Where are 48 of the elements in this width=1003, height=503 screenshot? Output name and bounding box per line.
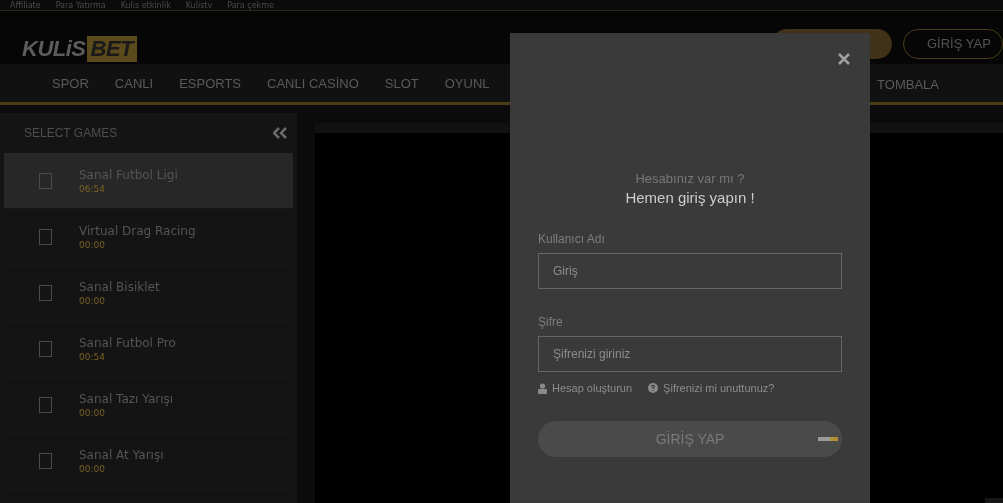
account-link[interactable]: Şifrenizi mi unuttunuz? — [663, 382, 775, 394]
password-field[interactable]: Şifrenizi giriniz — [538, 336, 842, 372]
top-link[interactable]: Kulis etkinlik — [120, 1, 171, 10]
checkbox[interactable] — [39, 396, 52, 413]
nav-item[interactable]: SLOT — [384, 75, 419, 91]
field-label: Kullanıcı Adı — [538, 232, 606, 246]
top-link[interactable]: Kulistv — [185, 1, 213, 10]
game-time: 00:00 — [79, 407, 106, 418]
game-name: Sanal Futbol Pro — [79, 335, 176, 350]
nav-item[interactable]: OYUNL — [444, 75, 490, 91]
checkbox[interactable] — [39, 340, 52, 357]
game-row[interactable]: Sanal Bisiklet 00:00 — [4, 265, 293, 321]
game-row[interactable]: Virtual Drag Racing 00:00 — [4, 209, 293, 265]
game-time: 00:00 — [79, 463, 106, 474]
checkbox[interactable] — [39, 228, 52, 245]
logo[interactable]: KULiS BET — [22, 35, 137, 62]
game-time: 00:54 — [79, 351, 106, 362]
checkbox[interactable] — [39, 284, 52, 301]
game-time: 06:54 — [79, 183, 106, 194]
modal-subtitle: Hesabınız var mı ? — [634, 171, 746, 186]
game-row[interactable]: Sanal Futbol Pro 00:54 — [4, 321, 293, 377]
username-field[interactable]: Giriş — [538, 253, 842, 289]
top-link[interactable]: Affiliate — [10, 1, 41, 10]
game-row[interactable]: Sanal At Yarışı 00:00 — [4, 433, 293, 489]
nav-item[interactable]: SPOR — [52, 75, 89, 91]
game-name: Sanal Tazı Yarışı — [79, 391, 174, 406]
user-icon — [538, 382, 547, 394]
game-row[interactable]: Sanal Tazı Yarışı 00:00 — [4, 377, 293, 433]
modal-title: Hemen giriş yapın ! — [624, 189, 756, 206]
checkbox[interactable] — [39, 172, 52, 189]
top-link[interactable]: Para çekme — [227, 1, 274, 10]
nav-item[interactable]: CANLI — [114, 75, 154, 91]
sidebar-title: SELECT GAMES — [24, 126, 118, 140]
account-link[interactable]: Hesap oluşturun — [552, 382, 633, 394]
game-name: Virtual Drag Racing — [79, 223, 196, 238]
nav-item[interactable]: TOMBALA — [877, 76, 939, 92]
nav-item[interactable]: ESPORTS — [179, 75, 242, 91]
field-label: Şifre — [538, 315, 564, 329]
game-name: Sanal Bisiklet — [79, 279, 160, 294]
nav-item[interactable]: CANLI CASİNO — [267, 75, 359, 91]
help-icon — [648, 383, 659, 393]
game-time: 00:00 — [79, 295, 106, 306]
checkbox[interactable] — [39, 452, 52, 469]
collapse-icon[interactable] — [273, 127, 287, 139]
close-icon[interactable] — [838, 53, 850, 65]
game-name: Sanal At Yarışı — [79, 447, 164, 462]
logo-icon — [818, 437, 838, 441]
game-time: 00:00 — [79, 239, 106, 250]
